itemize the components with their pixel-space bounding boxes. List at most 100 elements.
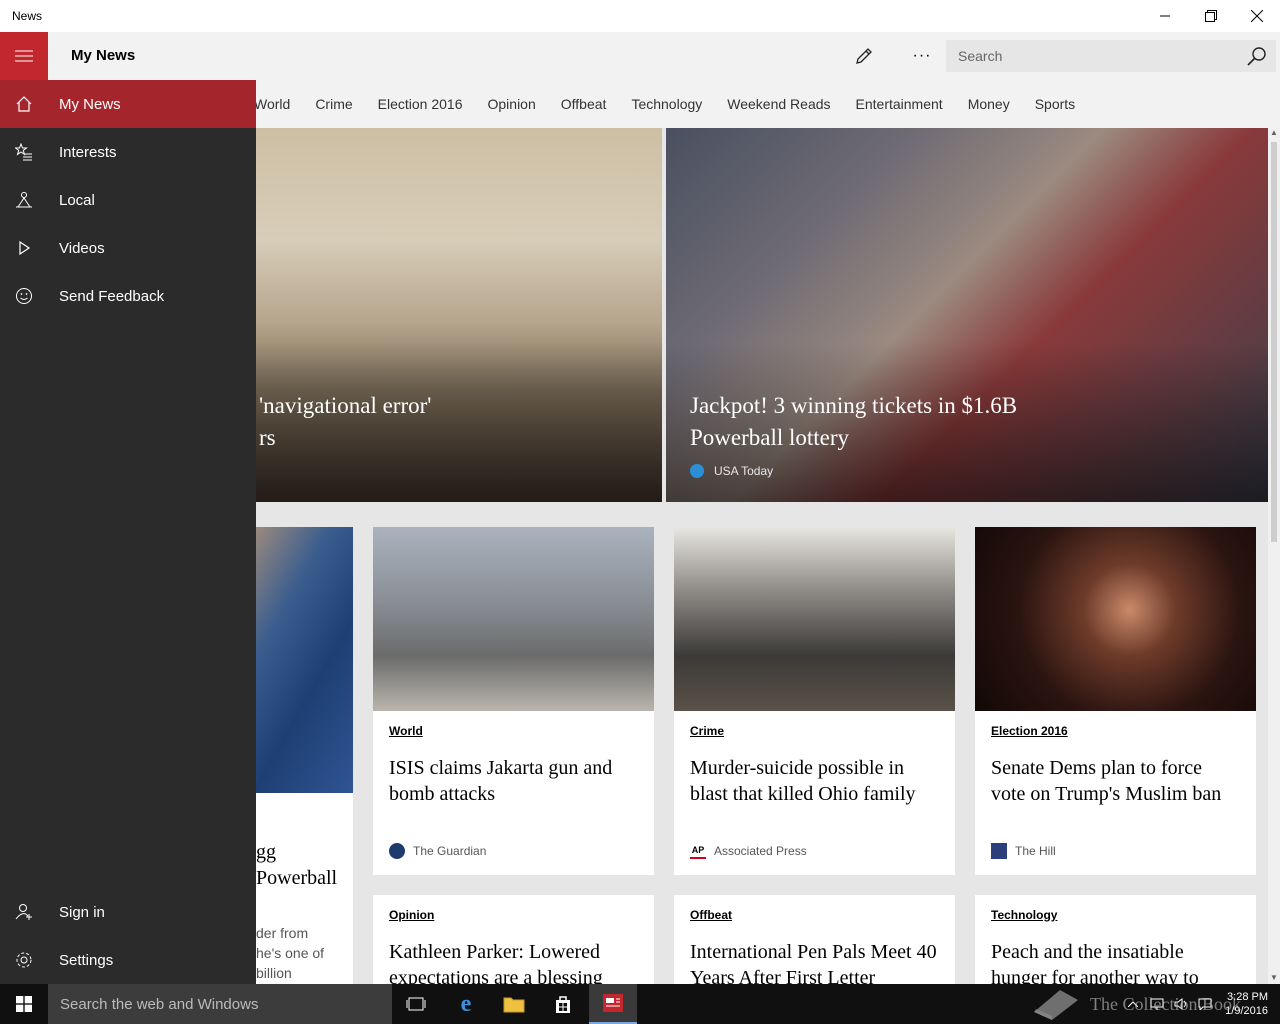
more-icon: ···: [912, 47, 932, 64]
nav-item-label: Local: [59, 191, 95, 209]
nav-item-local[interactable]: Local: [0, 176, 256, 224]
story-category[interactable]: Opinion: [389, 908, 434, 922]
vertical-scrollbar[interactable]: ▲ ▼: [1268, 128, 1280, 984]
story-title: International Pen Pals Meet 40 Years Aft…: [690, 941, 937, 984]
story-source-name: Associated Press: [714, 844, 807, 858]
story-card[interactable]: World ISIS claims Jakarta gun and bomb a…: [373, 527, 654, 875]
story-card[interactable]: Crime Murder-suicide possible in blast t…: [674, 527, 955, 875]
store-button[interactable]: [539, 984, 587, 1024]
nav-item-label: Send Feedback: [59, 287, 165, 305]
title-bar: News: [0, 0, 1280, 32]
category-tab-technology[interactable]: Technology: [631, 96, 702, 112]
story-title: gg Powerball: [256, 839, 337, 891]
book-icon: [1034, 990, 1078, 1020]
hero-headline-line: 'navigational error': [259, 393, 432, 418]
edge-icon: e: [460, 990, 472, 1017]
scrollbar-thumb[interactable]: [1271, 142, 1277, 542]
category-tab-sports[interactable]: Sports: [1035, 96, 1075, 112]
story-snippet-line: billion: [256, 965, 292, 981]
navigation-pane: My News Interests Local Videos Send Feed…: [0, 80, 256, 984]
taskbar-search-input[interactable]: [48, 984, 392, 1024]
file-explorer-button[interactable]: [490, 984, 538, 1024]
task-view-icon: [406, 997, 426, 1011]
search-box: [946, 40, 1276, 72]
category-tab-offbeat[interactable]: Offbeat: [561, 96, 607, 112]
story-source: AP Associated Press: [690, 843, 807, 859]
story-category[interactable]: Election 2016: [991, 724, 1068, 738]
start-button[interactable]: [0, 984, 48, 1024]
page-title: My News: [71, 47, 136, 64]
scroll-down-icon[interactable]: ▼: [1270, 973, 1278, 982]
news-app-icon: [603, 994, 623, 1012]
nav-item-label: Settings: [59, 951, 114, 969]
search-icon[interactable]: [1246, 46, 1268, 68]
category-tab-entertainment[interactable]: Entertainment: [856, 96, 943, 112]
minimize-button[interactable]: [1142, 0, 1188, 32]
story-snippet-line: der from: [256, 925, 309, 941]
nav-item-sign-in[interactable]: Sign in: [0, 888, 256, 936]
more-button[interactable]: ···: [906, 44, 938, 68]
scroll-up-icon[interactable]: ▲: [1270, 128, 1278, 137]
pencil-icon: [856, 48, 872, 64]
search-input[interactable]: [946, 40, 1236, 72]
category-tab-world[interactable]: World: [256, 96, 290, 112]
story-category[interactable]: Offbeat: [690, 908, 732, 922]
restore-button[interactable]: [1188, 0, 1234, 32]
close-button[interactable]: [1234, 0, 1280, 32]
window-controls: [1142, 0, 1280, 32]
hero-headline: 'navigational error' rs: [259, 390, 662, 454]
nav-item-label: Sign in: [59, 903, 105, 921]
story-snippet: der from he's one of billion: [256, 923, 324, 983]
play-icon: [0, 224, 48, 272]
watermark: The Collection Book: [1030, 986, 1241, 1022]
edit-button[interactable]: [850, 44, 878, 68]
hamburger-button[interactable]: [0, 32, 48, 80]
story-title: Kathleen Parker: Lowered expectations ar…: [389, 941, 603, 984]
store-bag-icon: [556, 996, 570, 1013]
category-tab-opinion[interactable]: Opinion: [488, 96, 536, 112]
story-title-line: gg: [256, 841, 276, 863]
story-category[interactable]: Crime: [690, 724, 724, 738]
news-app-button[interactable]: [589, 984, 637, 1024]
close-icon: [1251, 10, 1263, 22]
nav-item-label: Interests: [59, 143, 117, 161]
story-category[interactable]: Technology: [991, 908, 1057, 922]
nav-item-interests[interactable]: Interests: [0, 128, 256, 176]
story-card-partial[interactable]: gg Powerball der from he's one of billio…: [256, 527, 353, 984]
nav-item-label: My News: [59, 95, 121, 113]
watermark-text: The Collection Book: [1090, 993, 1241, 1014]
nav-item-settings[interactable]: Settings: [0, 936, 256, 984]
category-tab-money[interactable]: Money: [968, 96, 1010, 112]
story-category[interactable]: World: [389, 724, 423, 738]
category-tab-crime[interactable]: Crime: [315, 96, 352, 112]
story-card[interactable]: Offbeat International Pen Pals Meet 40 Y…: [674, 895, 955, 984]
story-image: [674, 527, 955, 711]
nav-item-my-news[interactable]: My News: [0, 80, 256, 128]
nav-item-label: Videos: [59, 239, 105, 257]
ap-logo-icon: AP: [690, 843, 706, 859]
hero-headline-line: rs: [259, 425, 276, 450]
edge-button[interactable]: e: [442, 984, 490, 1024]
hero-source-name: USA Today: [714, 464, 774, 478]
guardian-logo-icon: [389, 843, 405, 859]
nav-item-videos[interactable]: Videos: [0, 224, 256, 272]
interests-star-icon: [0, 128, 48, 176]
category-tab-weekend-reads[interactable]: Weekend Reads: [727, 96, 830, 112]
nav-item-send-feedback[interactable]: Send Feedback: [0, 272, 256, 320]
restore-icon: [1205, 10, 1217, 22]
story-source: The Guardian: [389, 843, 486, 859]
hero-story-right[interactable]: Jackpot! 3 winning tickets in $1.6B Powe…: [666, 128, 1268, 502]
windows-logo-icon: [16, 996, 32, 1012]
hero-story-left[interactable]: 'navigational error' rs: [256, 128, 662, 502]
story-title: Murder-suicide possible in blast that ki…: [690, 757, 916, 805]
smiley-icon: [0, 272, 48, 320]
task-view-button[interactable]: [392, 984, 440, 1024]
story-source-name: The Guardian: [413, 844, 487, 858]
story-image: [373, 527, 654, 711]
story-card[interactable]: Opinion Kathleen Parker: Lowered expecta…: [373, 895, 654, 984]
story-card[interactable]: Technology Peach and the insatiable hung…: [975, 895, 1256, 984]
story-card[interactable]: Election 2016 Senate Dems plan to force …: [975, 527, 1256, 875]
category-tab-election[interactable]: Election 2016: [378, 96, 463, 112]
story-title: Peach and the insatiable hunger for anot…: [991, 941, 1199, 984]
folder-icon: [503, 997, 525, 1013]
